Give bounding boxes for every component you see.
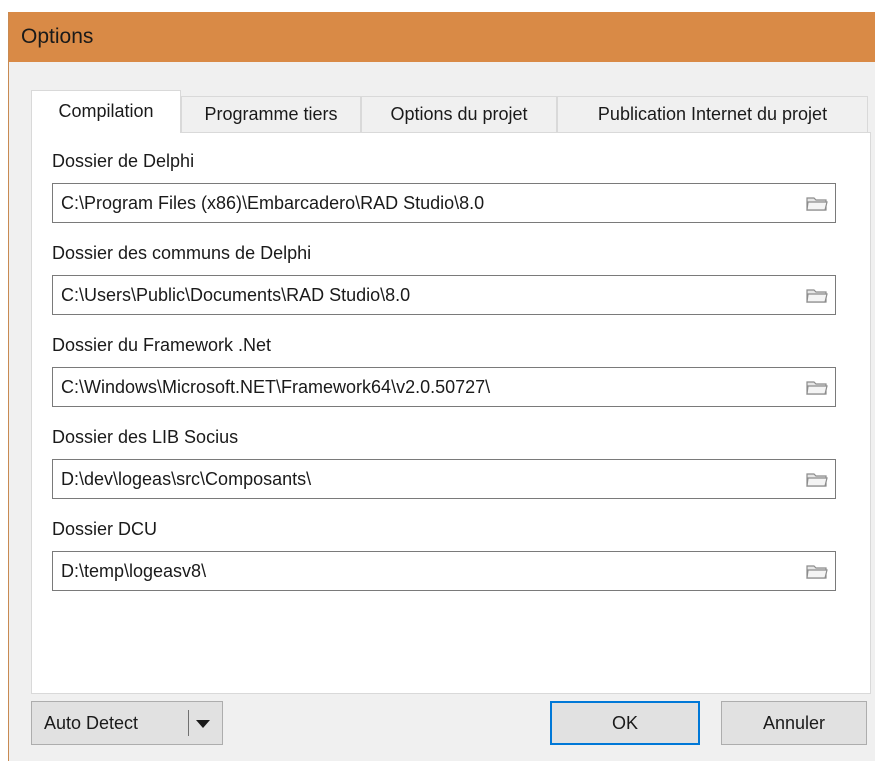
dotnet-framework-folder-field [52,367,836,407]
folder-icon[interactable] [805,193,829,213]
cancel-button[interactable]: Annuler [721,701,867,745]
socius-lib-folder-field [52,459,836,499]
socius-lib-folder-input[interactable] [53,460,793,498]
compilation-panel: Dossier de Delphi Dossier des communs de… [31,132,871,694]
delphi-folder-label: Dossier de Delphi [52,151,195,171]
tab-publication-internet[interactable]: Publication Internet du projet [557,96,868,132]
tab-compilation[interactable]: Compilation [31,90,181,133]
dotnet-framework-folder-input[interactable] [53,368,793,406]
folder-icon[interactable] [805,561,829,581]
chevron-down-icon[interactable] [192,712,214,734]
ok-button[interactable]: OK [550,701,700,745]
delphi-common-folder-field [52,275,836,315]
dcu-folder-label: Dossier DCU [52,519,158,539]
delphi-folder-field [52,183,836,223]
auto-detect-split-button[interactable]: Auto Detect [31,701,223,745]
folder-icon[interactable] [805,469,829,489]
folder-icon[interactable] [805,377,829,397]
tab-options-du-projet[interactable]: Options du projet [361,96,557,132]
split-separator [188,710,189,736]
tab-programme-tiers[interactable]: Programme tiers [181,96,361,132]
dotnet-framework-folder-label: Dossier du Framework .Net [52,335,272,355]
tab-strip: Compilation Programme tiers Options du p… [31,90,871,133]
dcu-folder-field [52,551,836,591]
socius-lib-folder-label: Dossier des LIB Socius [52,427,239,447]
delphi-common-folder-label: Dossier des communs de Delphi [52,243,312,263]
options-dialog: Options Compilation Programme tiers Opti… [8,12,875,761]
delphi-folder-input[interactable] [53,184,793,222]
folder-icon[interactable] [805,285,829,305]
auto-detect-label: Auto Detect [44,713,139,733]
dcu-folder-input[interactable] [53,552,793,590]
delphi-common-folder-input[interactable] [53,276,793,314]
window-title: Options [9,12,875,62]
